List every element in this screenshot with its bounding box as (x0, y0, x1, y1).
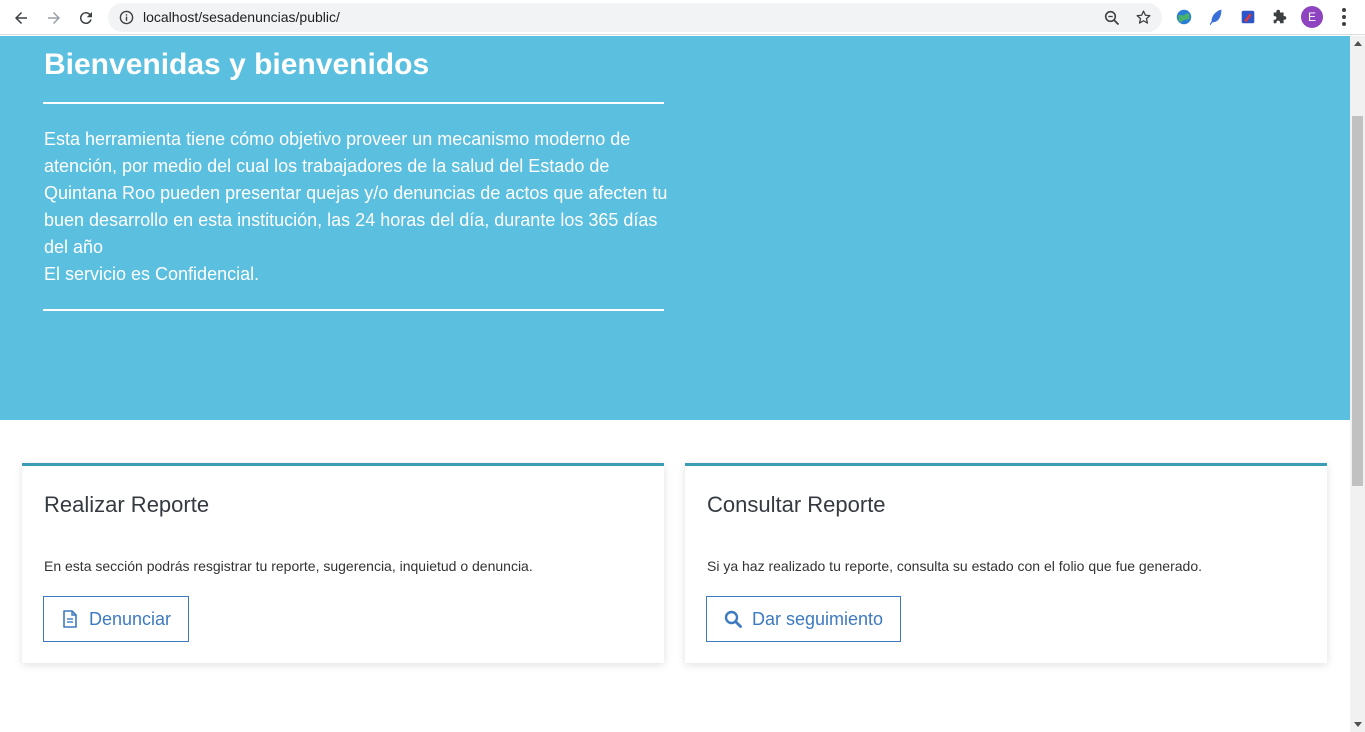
page-title: Bienvenidas y bienvenidos (44, 48, 430, 81)
forward-button[interactable] (41, 5, 67, 31)
page-content: Bienvenidas y bienvenidos Esta herramien… (0, 36, 1350, 732)
intro-line: Esta herramienta tiene cómo objetivo pro… (44, 129, 631, 149)
scroll-down-arrow-icon[interactable] (1354, 722, 1362, 727)
document-icon (63, 610, 77, 628)
arrow-left-icon (15, 12, 27, 24)
reload-icon (79, 12, 92, 25)
puzzle-extensions-icon[interactable] (1270, 7, 1290, 27)
welcome-text: Esta herramienta tiene cómo objetivo pro… (44, 126, 674, 288)
intro-line: atención, por medio del cual los trabaja… (44, 156, 610, 176)
profile-avatar[interactable]: E (1301, 6, 1323, 28)
info-icon[interactable] (119, 10, 134, 25)
feather-extension-icon[interactable] (1206, 7, 1226, 27)
consult-card-description: Si ya haz realizado tu reporte, consulta… (707, 558, 1202, 574)
report-card: Realizar Reporte En esta sección podrás … (22, 463, 664, 663)
welcome-banner: Bienvenidas y bienvenidos Esta herramien… (0, 36, 1350, 420)
denunciar-button-label: Denunciar (89, 608, 172, 629)
scroll-up-arrow-icon[interactable] (1354, 41, 1362, 46)
address-bar[interactable]: localhost/sesadenuncias/public/ (108, 3, 1162, 32)
dar-seguimiento-button[interactable]: Dar seguimiento (706, 596, 902, 642)
intro-line: del año (44, 237, 104, 257)
bookmark-star-icon[interactable] (1135, 9, 1152, 26)
url-text[interactable]: localhost/sesadenuncias/public/ (143, 9, 340, 25)
intro-line: Quintana Roo pueden presentar quejas y/o… (44, 183, 668, 203)
search-icon (724, 610, 742, 628)
denunciar-button[interactable]: Denunciar (43, 596, 190, 642)
browser-toolbar: localhost/sesadenuncias/public/ E (0, 0, 1365, 35)
consult-card-title: Consultar Reporte (707, 492, 886, 517)
pen-extension-icon[interactable] (1238, 7, 1258, 27)
report-card-title: Realizar Reporte (44, 492, 210, 517)
scrollbar-thumb[interactable] (1352, 116, 1363, 486)
zoom-icon[interactable] (1104, 10, 1120, 26)
globe-extension-icon[interactable] (1174, 7, 1194, 27)
text-divider (43, 309, 664, 311)
dar-seguimiento-button-label: Dar seguimiento (752, 608, 884, 629)
report-card-description: En esta sección podrás resgistrar tu rep… (44, 558, 533, 574)
intro-line: buen desarrollo en esta institución, las… (44, 210, 658, 230)
arrow-right-icon (48, 12, 60, 24)
browser-menu-icon[interactable] (1336, 7, 1352, 27)
page-scrollbar[interactable] (1350, 36, 1365, 732)
profile-initial: E (1307, 10, 1316, 24)
back-button[interactable] (8, 5, 34, 31)
confidential-note: El servicio es Confidencial. (44, 264, 260, 284)
consult-card: Consultar Reporte Si ya haz realizado tu… (685, 463, 1327, 663)
reload-button[interactable] (73, 5, 99, 31)
title-divider (43, 102, 664, 104)
